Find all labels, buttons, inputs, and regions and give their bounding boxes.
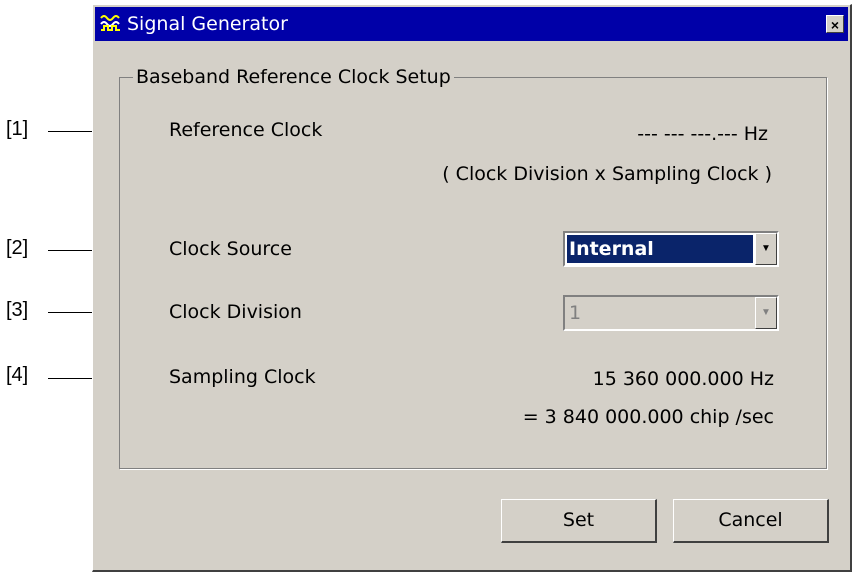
callout-3: [3] [6,299,29,321]
callout-1: [1] [6,118,29,140]
group-title: Baseband Reference Clock Setup [133,66,454,88]
clock-source-label: Clock Source [169,238,292,260]
callout-4: [4] [6,364,29,386]
sampling-clock-chip-rate: = 3 840 000.000 chip /sec [522,406,774,428]
window-title: Signal Generator [127,13,288,35]
title-bar[interactable]: Signal Generator × [95,7,848,41]
sampling-clock-label: Sampling Clock [169,366,316,388]
callout-2: [2] [6,237,29,259]
chevron-down-icon: ▼ [755,297,777,329]
signal-generator-dialog: Signal Generator × Baseband Reference Cl… [92,4,852,572]
clock-source-value: Internal [567,235,753,263]
reference-clock-label: Reference Clock [169,119,323,141]
chevron-down-icon[interactable]: ▼ [755,233,777,265]
signal-generator-icon [100,15,120,31]
reference-clock-value: --- --- ---.--- Hz [637,123,768,145]
clock-source-select[interactable]: Internal ▼ [563,231,779,267]
clock-division-value: 1 [569,302,582,324]
reference-clock-note: ( Clock Division x Sampling Clock ) [442,163,772,185]
close-button[interactable]: × [826,15,844,33]
sampling-clock-value: 15 360 000.000 Hz [592,368,774,390]
cancel-button[interactable]: Cancel [673,499,829,543]
set-button[interactable]: Set [501,499,657,543]
clock-division-select[interactable]: 1 ▼ [563,295,779,331]
clock-division-label: Clock Division [169,301,302,323]
